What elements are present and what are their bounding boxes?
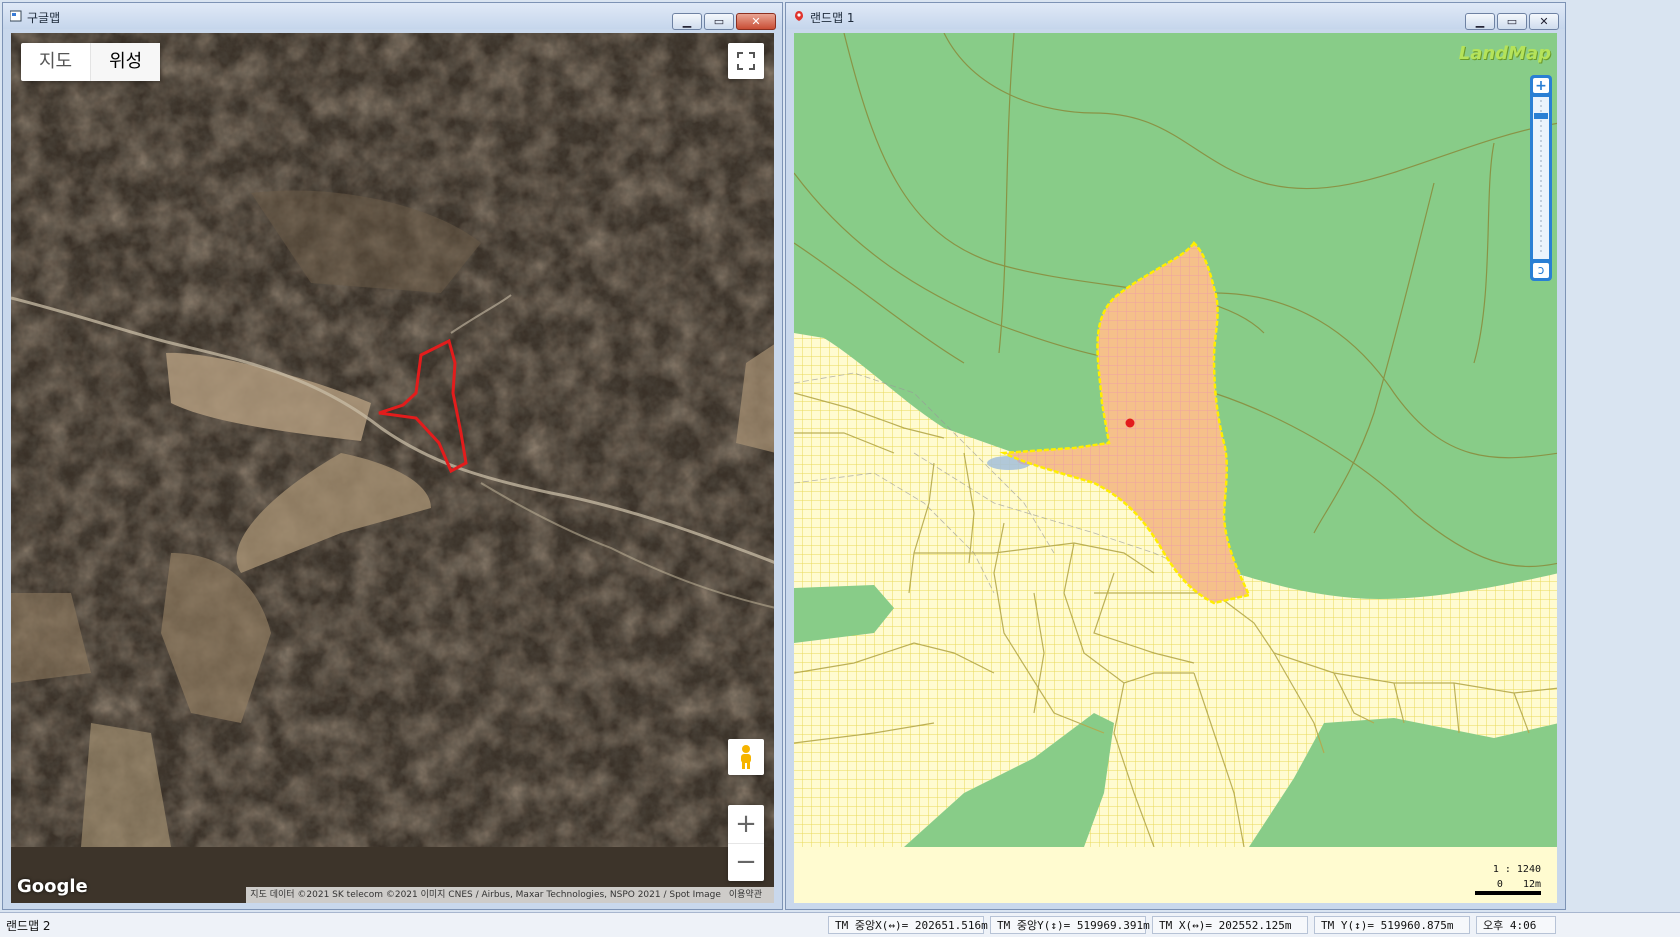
status-tm-y: TM Y(↕)= 519960.875m <box>1314 916 1470 934</box>
window-title: 구글맵 <box>27 11 61 25</box>
map-type-map[interactable]: 지도 <box>21 43 90 81</box>
minimize-icon: ▁ <box>1475 15 1485 28</box>
zoom-slider[interactable]: + ɔ <box>1529 75 1553 281</box>
status-window-label: 랜드맵 2 <box>6 919 51 933</box>
minimize-button[interactable]: ▁ <box>1465 13 1495 30</box>
status-tm-center-x: TM 중앙X(↔)= 202651.516m <box>828 916 988 934</box>
google-logo: Google <box>17 876 88 897</box>
title-bar[interactable]: 구글맵 ▁ ▭ ✕ <box>3 3 782 30</box>
maximize-icon: ▭ <box>713 15 725 28</box>
close-icon: ✕ <box>751 15 761 28</box>
satellite-imagery <box>11 33 774 847</box>
zoom-out-button[interactable]: − <box>728 844 764 881</box>
title-bar[interactable]: 랜드맵 1 ▁ ▭ ✕ <box>786 3 1565 30</box>
minimize-button[interactable]: ▁ <box>672 13 702 30</box>
landmap-window: 랜드맵 1 ▁ ▭ ✕ LandMap + ɔ 1: 1240 0 12m <box>785 2 1566 910</box>
scale-distance: 12m <box>1522 879 1541 890</box>
maximize-icon: ▭ <box>1506 15 1518 28</box>
zoom-in-button[interactable]: + <box>728 806 764 844</box>
google-map-window: 구글맵 ▁ ▭ ✕ 지도 위성 + − Google 지도 데이터 ©2021 … <box>2 2 783 910</box>
maximize-button[interactable]: ▭ <box>704 13 734 30</box>
status-tm-center-y: TM 중앙Y(↕)= 519969.391m <box>990 916 1150 934</box>
attribution-text: 지도 데이터 ©2021 SK telecom ©2021 이미지 CNES /… <box>250 890 721 900</box>
status-bar: 랜드맵 2 TM 중앙X(↔)= 202651.516m TM 중앙Y(↕)= … <box>0 912 1680 937</box>
map-attribution: 지도 데이터 ©2021 SK telecom ©2021 이미지 CNES /… <box>246 887 774 903</box>
street-view-pegman[interactable] <box>728 739 764 775</box>
maximize-button[interactable]: ▭ <box>1497 13 1527 30</box>
close-button[interactable]: ✕ <box>736 13 776 30</box>
pegman-icon <box>741 745 751 769</box>
svg-text:+: + <box>1535 78 1547 94</box>
minimize-icon: ▁ <box>682 15 692 28</box>
app-icon <box>10 10 22 22</box>
map-scale: 1 : 1240 0 12m <box>1475 864 1541 895</box>
status-clock: 오후 4:06 <box>1476 916 1556 934</box>
fullscreen-button[interactable] <box>728 43 764 79</box>
svg-text:ɔ: ɔ <box>1538 263 1545 277</box>
cadastral-map[interactable]: LandMap + ɔ 1 : 1240 0 12m <box>794 33 1557 903</box>
window-title: 랜드맵 1 <box>810 11 855 25</box>
landmap-logo: LandMap <box>1458 43 1551 64</box>
map-type-toggle: 지도 위성 <box>21 43 161 81</box>
scale-zero: 0 <box>1496 879 1503 890</box>
zoom-control: + − <box>728 805 764 881</box>
scale-ratio: 1 : 1240 <box>1492 864 1541 875</box>
close-button[interactable]: ✕ <box>1529 13 1559 30</box>
landuse-map <box>794 33 1557 847</box>
scale-bar <box>1475 891 1541 895</box>
landmap-app-icon <box>795 11 803 21</box>
fullscreen-icon <box>737 52 755 70</box>
status-tm-x: TM X(↔)= 202552.125m <box>1152 916 1308 934</box>
location-marker <box>1125 418 1135 428</box>
close-icon: ✕ <box>1539 15 1549 28</box>
map-type-satellite[interactable]: 위성 <box>90 43 161 81</box>
satellite-map[interactable]: 지도 위성 + − Google 지도 데이터 ©2021 SK telecom… <box>11 33 774 903</box>
terms-link[interactable]: 이용약관 <box>729 890 762 900</box>
